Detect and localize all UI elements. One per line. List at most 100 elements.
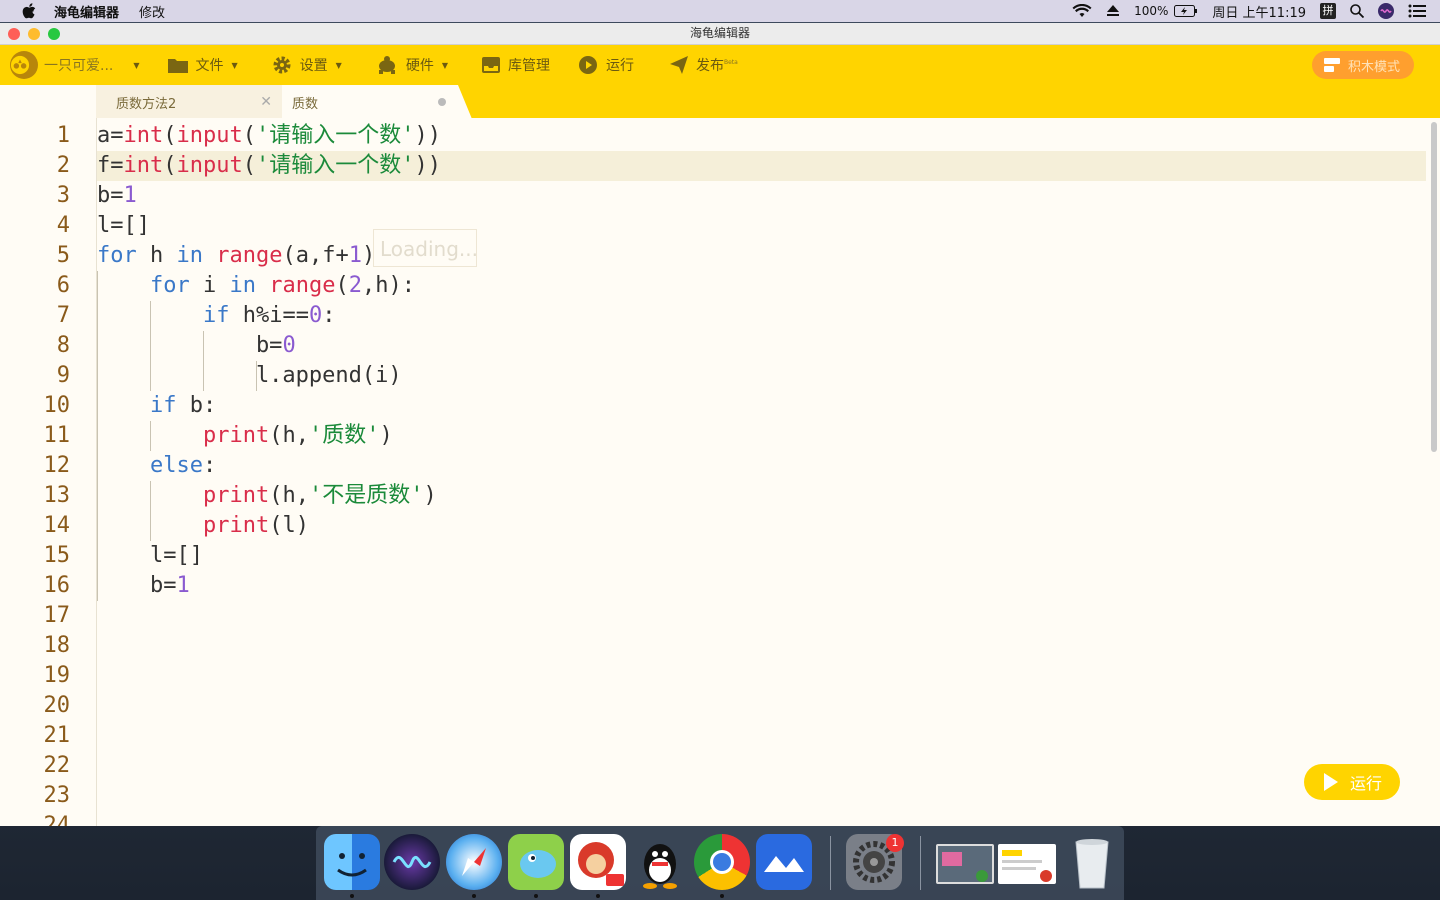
line-number: 1 xyxy=(56,123,70,148)
line-number: 23 xyxy=(43,783,71,808)
line-number: 14 xyxy=(43,513,71,538)
safari-icon[interactable] xyxy=(446,834,502,890)
tabs-gutter-spacer xyxy=(0,85,96,119)
tab-label: 质数 xyxy=(292,96,319,112)
code-line[interactable]: a=int(input('请输入一个数')) xyxy=(97,121,441,151)
line-number: 8 xyxy=(56,333,70,358)
tab-prime-method-2[interactable]: 质数方法2 ✕ xyxy=(96,85,282,119)
blocks-icon xyxy=(1323,58,1340,72)
code-line[interactable]: print(h,'不是质数') xyxy=(97,481,437,511)
file-menu-label: 文件 xyxy=(195,58,224,74)
code-line[interactable]: if h%i==0: xyxy=(97,301,335,331)
unsaved-dot-icon[interactable] xyxy=(438,98,446,106)
siri-icon[interactable] xyxy=(1378,3,1394,19)
window-title: 海龟编辑器 xyxy=(689,26,750,40)
publish-label: 发布 xyxy=(695,58,724,74)
vertical-scrollbar[interactable] xyxy=(1431,122,1437,452)
floating-run-button[interactable]: 运行 xyxy=(1303,764,1400,800)
zoom-window-button[interactable] xyxy=(48,28,60,40)
close-window-button[interactable] xyxy=(8,28,20,40)
file-menu[interactable]: 文件 ▼ xyxy=(167,45,238,85)
code-line[interactable]: l.append(i) xyxy=(97,361,402,391)
siri-icon[interactable] xyxy=(384,834,440,890)
line-number: 7 xyxy=(56,303,70,328)
block-mode-label: 积木模式 xyxy=(1347,59,1400,75)
document-thumbnail[interactable] xyxy=(998,844,1056,884)
line-number: 11 xyxy=(43,423,71,448)
game-pc-icon[interactable] xyxy=(570,834,626,890)
code-line[interactable]: b=0 xyxy=(97,331,296,361)
eject-icon[interactable] xyxy=(1106,5,1120,17)
line-number-gutter: 1 2 3 4 5 6 7 8 9 10 11 12 13 14 15 16 17 18 19 20 21 22 23 24 xyxy=(0,118,96,826)
minimize-window-button[interactable] xyxy=(28,28,40,40)
line-number: 9 xyxy=(56,363,70,388)
line-number: 10 xyxy=(43,393,71,418)
code-line[interactable]: l=[] xyxy=(97,211,150,241)
spotlight-search-icon[interactable] xyxy=(1350,4,1364,18)
close-tab-icon[interactable]: ✕ xyxy=(260,94,272,110)
trash-icon[interactable] xyxy=(1064,834,1120,890)
code-line[interactable]: for i in range(2,h): xyxy=(97,271,415,301)
publish-button[interactable]: 发布 Beta xyxy=(669,45,738,85)
hardware-menu[interactable]: 硬件 ▼ xyxy=(376,45,448,85)
code-line[interactable]: b=1 xyxy=(97,571,190,601)
settings-menu-label: 设置 xyxy=(299,58,328,74)
feishu-icon[interactable] xyxy=(756,834,812,890)
code-line[interactable]: if b: xyxy=(97,391,216,421)
turtle-editor-icon[interactable] xyxy=(508,834,564,890)
app-window: 海龟编辑器 一只可爱... ▼ 文件 ▼ 设置 ▼ 硬件 ▼ 库管理 运行 发布… xyxy=(0,23,1440,826)
user-menu[interactable]: 一只可爱... ▼ xyxy=(10,45,140,85)
library-manager-button[interactable]: 库管理 xyxy=(481,45,550,85)
main-toolbar: 一只可爱... ▼ 文件 ▼ 设置 ▼ 硬件 ▼ 库管理 运行 发布 Beta … xyxy=(0,45,1440,85)
run-button[interactable]: 运行 xyxy=(578,45,634,85)
settings-menu[interactable]: 设置 ▼ xyxy=(272,45,342,85)
play-icon xyxy=(1323,773,1338,791)
running-indicator xyxy=(350,894,354,898)
line-number: 20 xyxy=(43,693,71,718)
notification-center-icon[interactable] xyxy=(1408,4,1426,18)
dock-separator xyxy=(920,836,921,890)
line-number: 24 xyxy=(43,813,71,826)
screenshot-thumbnail[interactable] xyxy=(936,844,994,884)
line-number: 4 xyxy=(56,213,70,238)
library-manager-label: 库管理 xyxy=(507,58,550,74)
paper-plane-icon xyxy=(669,56,688,74)
window-titlebar[interactable]: 海龟编辑器 xyxy=(0,23,1440,45)
line-number: 6 xyxy=(56,273,70,298)
input-method-label: 拼 xyxy=(1320,3,1336,19)
line-number: 16 xyxy=(43,573,71,598)
line-number: 15 xyxy=(43,543,71,568)
qq-icon[interactable] xyxy=(632,834,688,890)
tab-prime[interactable]: 质数 xyxy=(282,85,472,119)
input-method-icon[interactable]: 拼 xyxy=(1320,3,1336,19)
code-area[interactable]: a=int(input('请输入一个数')) f=int(input('请输入一个… xyxy=(96,118,1427,826)
chrome-icon[interactable] xyxy=(694,834,750,890)
code-line[interactable]: l=[] xyxy=(97,541,203,571)
code-line[interactable]: for h in range(a,f+1): xyxy=(97,241,388,271)
code-line[interactable]: print(l) xyxy=(97,511,309,541)
running-indicator xyxy=(534,894,538,898)
wifi-icon[interactable] xyxy=(1072,4,1092,18)
code-line[interactable]: print(h,'质数') xyxy=(97,421,393,451)
code-line[interactable]: b=1 xyxy=(97,181,137,211)
clock[interactable]: 周日 上午11:19 xyxy=(1212,2,1306,21)
battery-icon[interactable] xyxy=(1174,5,1198,17)
running-indicator xyxy=(596,894,600,898)
apple-menu-icon[interactable] xyxy=(20,2,38,20)
user-name: 一只可爱... xyxy=(44,58,114,74)
menu-bar: 海龟编辑器 修改 100% 周日 上午11:19 拼 xyxy=(0,0,1440,22)
publish-beta-badge: Beta xyxy=(723,58,738,66)
block-mode-button[interactable]: 积木模式 xyxy=(1311,51,1414,79)
code-editor[interactable]: 1 2 3 4 5 6 7 8 9 10 11 12 13 14 15 16 17 18 19 20 21 22 23 24 … xyxy=(0,118,1440,826)
line-number: 5 xyxy=(56,243,70,268)
finder-icon[interactable] xyxy=(324,834,380,890)
menubar-edit-menu[interactable]: 修改 xyxy=(139,2,165,21)
battery-percent: 100% xyxy=(1134,4,1169,18)
dock-separator xyxy=(830,836,831,890)
line-number: 3 xyxy=(56,183,70,208)
tab-label: 质数方法2 xyxy=(116,96,177,112)
code-line[interactable]: else: xyxy=(97,451,216,481)
code-line[interactable]: f=int(input('请输入一个数')) xyxy=(97,151,441,181)
play-circle-icon xyxy=(578,56,597,74)
menubar-app-name[interactable]: 海龟编辑器 xyxy=(54,2,119,21)
